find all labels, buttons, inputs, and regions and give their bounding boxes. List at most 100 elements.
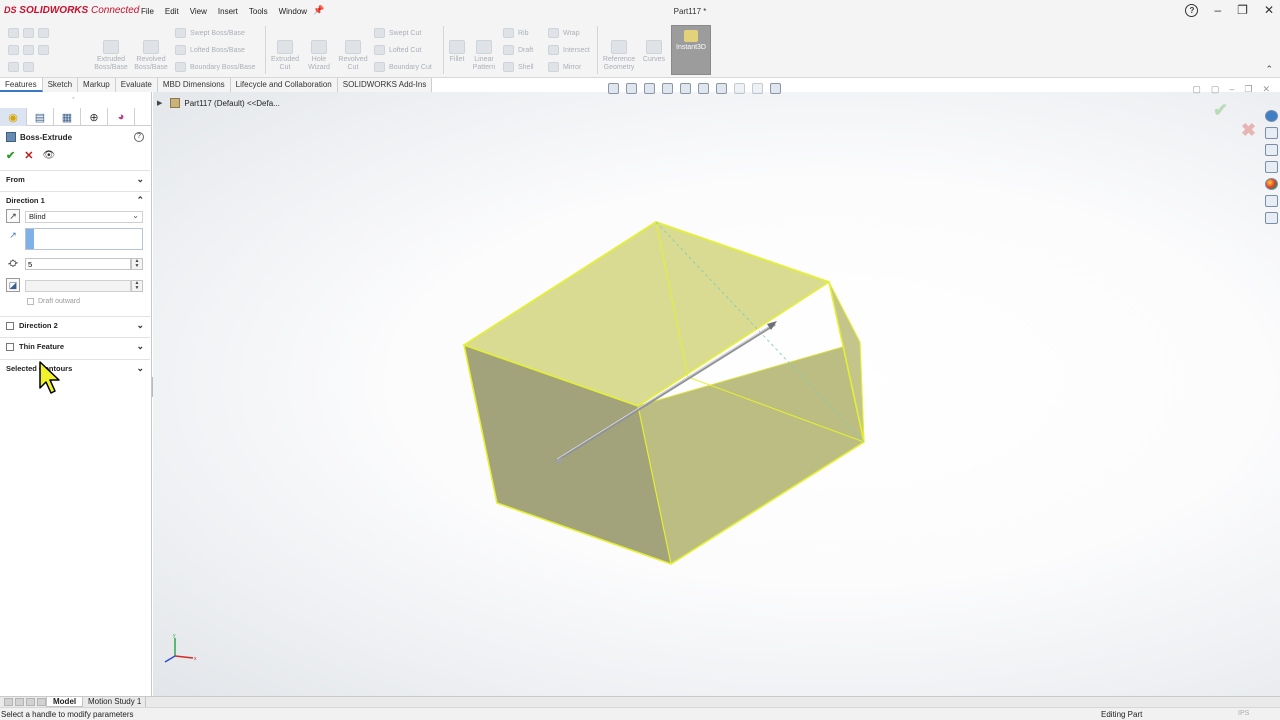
property-manager-tab-icon[interactable]: ▤ xyxy=(27,108,54,126)
section-direction-2[interactable]: Direction 2 ⌄ xyxy=(0,316,150,334)
cancel-button[interactable]: ✕ xyxy=(24,149,33,162)
extruded-cut-button[interactable]: Extruded Cut xyxy=(268,40,302,72)
view-orientation-icon[interactable] xyxy=(680,83,691,94)
undo-icon[interactable] xyxy=(38,28,49,38)
tab-sketch[interactable]: Sketch xyxy=(43,78,79,92)
ok-button[interactable]: ✔ xyxy=(6,149,15,162)
minimize-button[interactable]: – xyxy=(1214,3,1221,17)
draft-angle-input[interactable] xyxy=(25,280,131,292)
direction-selection-box[interactable] xyxy=(25,228,143,250)
boundary-cut-button[interactable]: Boundary Cut xyxy=(374,62,432,72)
tab-solidworks-addins[interactable]: SOLIDWORKS Add-Ins xyxy=(338,78,433,92)
help-icon[interactable]: ? xyxy=(1185,3,1199,17)
solidworks-forum-icon[interactable] xyxy=(1265,212,1278,224)
solidworks-resources-icon[interactable] xyxy=(1265,110,1278,122)
unit-system[interactable]: IPS xyxy=(1238,710,1249,717)
linear-pattern-button[interactable]: Linear Pattern xyxy=(470,40,498,72)
select-icon[interactable] xyxy=(8,62,19,72)
swept-boss-button[interactable]: Swept Boss/Base xyxy=(175,28,245,38)
confirmation-ok-icon[interactable]: ✔ xyxy=(1213,100,1228,121)
help-icon[interactable]: ? xyxy=(134,132,144,142)
section-selected-contours[interactable]: Selected Contours ⌄ xyxy=(0,359,150,377)
intersect-button[interactable]: Intersect xyxy=(548,45,590,55)
feature-manager-tab-icon[interactable]: ◉ xyxy=(0,108,27,126)
fillet-button[interactable]: Fillet xyxy=(446,40,468,64)
end-condition-select[interactable]: Blind ⌄ xyxy=(25,211,143,223)
viewport-restore-down-icon[interactable]: ❐ xyxy=(1244,84,1252,95)
direction-2-checkbox[interactable] xyxy=(6,321,14,330)
section-direction-1[interactable]: Direction 1 ⌃ xyxy=(0,191,150,209)
tab-evaluate[interactable]: Evaluate xyxy=(116,78,158,92)
redo-icon[interactable] xyxy=(38,45,49,55)
section-thin-feature[interactable]: Thin Feature ⌄ xyxy=(0,337,150,355)
apply-scene-icon[interactable] xyxy=(752,83,763,94)
extruded-box-model[interactable] xyxy=(153,92,1280,696)
rib-button[interactable]: Rib xyxy=(503,28,529,38)
edit-appearance-icon[interactable] xyxy=(734,83,745,94)
lofted-boss-button[interactable]: Lofted Boss/Base xyxy=(175,45,245,55)
zoom-to-area-icon[interactable] xyxy=(626,83,637,94)
draft-angle-spinner[interactable]: ▲ ▼ xyxy=(131,280,143,292)
confirmation-cancel-icon[interactable]: ✖ xyxy=(1241,120,1256,141)
shell-button[interactable]: Shell xyxy=(503,62,534,72)
graphics-area[interactable]: ▶ Part117 (Default) <<Defa... ▢ ▢ – ❐ ✕ … xyxy=(153,83,1280,696)
new-document-icon[interactable] xyxy=(23,28,34,38)
extruded-boss-button[interactable]: Extruded Boss/Base xyxy=(91,40,131,72)
viewport-tile-icon[interactable]: ▢ xyxy=(1192,84,1201,95)
display-style-icon[interactable] xyxy=(698,83,709,94)
depth-spinner[interactable]: ▲ ▼ xyxy=(131,258,143,270)
revolved-boss-button[interactable]: Revolved Boss/Base xyxy=(131,40,171,72)
draft-outward-checkbox[interactable] xyxy=(27,298,34,305)
draft-button[interactable]: Draft xyxy=(503,45,533,55)
thin-feature-checkbox[interactable] xyxy=(6,342,14,351)
draft-on-off-icon[interactable]: ◪ xyxy=(6,278,20,292)
home-icon[interactable] xyxy=(8,28,19,38)
restore-button[interactable]: ❐ xyxy=(1237,3,1248,17)
boundary-boss-button[interactable]: Boundary Boss/Base xyxy=(175,62,255,72)
detailed-preview-eye-icon[interactable]: 👁 xyxy=(42,150,55,161)
instant3d-button[interactable]: Instant3D xyxy=(671,25,711,75)
reference-geometry-button[interactable]: Reference Geometry xyxy=(600,40,638,72)
reverse-direction-icon[interactable]: ↗ xyxy=(6,209,20,223)
configuration-manager-tab-icon[interactable]: ▦ xyxy=(54,108,81,126)
section-from[interactable]: From ⌄ xyxy=(0,170,150,188)
design-library-icon[interactable] xyxy=(1265,127,1278,139)
mirror-button[interactable]: Mirror xyxy=(548,62,581,72)
tab-lifecycle-collaboration[interactable]: Lifecycle and Collaboration xyxy=(231,78,338,92)
print-icon[interactable] xyxy=(23,45,34,55)
viewport-minimize-icon[interactable]: – xyxy=(1229,84,1234,95)
section-view-icon[interactable] xyxy=(662,83,673,94)
view-palette-icon[interactable] xyxy=(1265,161,1278,173)
close-button[interactable]: ✕ xyxy=(1264,3,1274,17)
viewport-restore-icon[interactable]: ▢ xyxy=(1211,84,1220,95)
viewport-close-icon[interactable]: ✕ xyxy=(1262,84,1270,95)
scroll-prev-icon[interactable] xyxy=(15,698,24,706)
panel-grip-icon[interactable]: ◦ xyxy=(72,95,74,102)
file-explorer-icon[interactable] xyxy=(1265,144,1278,156)
draft-outward-option[interactable]: Draft outward xyxy=(27,298,80,305)
dimxpert-manager-tab-icon[interactable]: ⊕ xyxy=(81,108,108,126)
lofted-cut-button[interactable]: Lofted Cut xyxy=(374,45,421,55)
open-icon[interactable] xyxy=(8,45,19,55)
depth-input[interactable] xyxy=(25,258,131,270)
tab-markup[interactable]: Markup xyxy=(78,78,116,92)
scroll-next-icon[interactable] xyxy=(26,698,35,706)
tab-mbd-dimensions[interactable]: MBD Dimensions xyxy=(158,78,231,92)
hole-wizard-button[interactable]: Hole Wizard xyxy=(302,40,336,72)
zoom-to-fit-icon[interactable] xyxy=(608,83,619,94)
collapse-ribbon-icon[interactable]: ⌃ xyxy=(1265,64,1273,75)
revolved-cut-button[interactable]: Revolved Cut xyxy=(336,40,370,72)
tab-model[interactable]: Model xyxy=(46,697,84,707)
hide-show-items-icon[interactable] xyxy=(716,83,727,94)
curves-button[interactable]: Curves xyxy=(640,40,668,64)
tab-motion-study[interactable]: Motion Study 1 xyxy=(84,697,147,707)
view-settings-icon[interactable] xyxy=(770,83,781,94)
tab-features[interactable]: Features xyxy=(0,78,43,92)
custom-properties-icon[interactable] xyxy=(1265,195,1278,207)
swept-cut-button[interactable]: Swept Cut xyxy=(374,28,421,38)
previous-view-icon[interactable] xyxy=(644,83,655,94)
options-gear-icon[interactable] xyxy=(23,62,34,72)
scroll-first-icon[interactable] xyxy=(4,698,13,706)
display-manager-tab-icon[interactable]: ◕ xyxy=(108,108,135,126)
appearances-scenes-icon[interactable] xyxy=(1265,178,1278,190)
